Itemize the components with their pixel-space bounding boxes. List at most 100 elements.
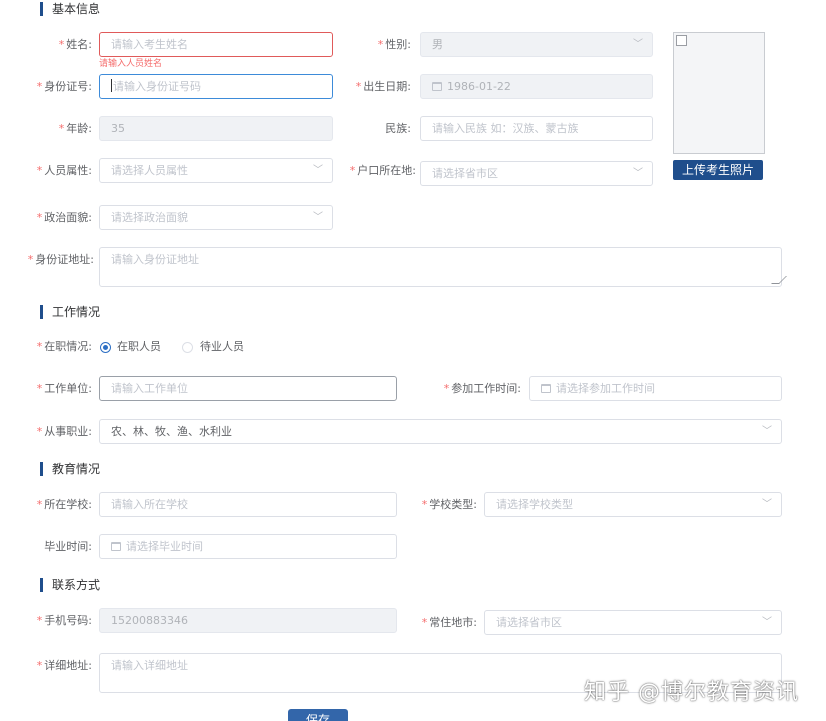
id-number-placeholder: 请输入身份证号码 <box>113 80 201 93</box>
employer-label: * 工作单位: <box>0 382 92 396</box>
school-label-text: 所在学校: <box>44 498 92 511</box>
id-number-input[interactable]: 请输入身份证号码 <box>99 74 333 99</box>
person-type-label-text: 人员属性: <box>44 164 92 177</box>
upload-photo-button[interactable]: 上传考生照片 <box>673 160 763 180</box>
address-placeholder: 请输入详细地址 <box>111 659 188 672</box>
required-mark: * <box>36 614 43 627</box>
work-start-date-picker[interactable]: 请选择参加工作时间 <box>529 376 782 401</box>
required-mark: * <box>36 659 43 672</box>
phone-label: * 手机号码: <box>0 614 92 628</box>
id-address-label-text: 身份证地址: <box>35 253 94 266</box>
birth-date-label: * 出生日期: <box>330 80 411 94</box>
birth-date-picker[interactable]: 1986-01-22 <box>420 74 653 99</box>
watermark-text: 知乎 @博尔教育资讯 <box>584 680 799 705</box>
ethnicity-input[interactable]: 请输入民族 如：汉族、蒙古族 <box>420 116 653 141</box>
chevron-down-icon: ﹀ <box>762 426 772 437</box>
employer-placeholder: 请输入工作单位 <box>111 382 188 395</box>
address-label-text: 详细地址: <box>44 659 92 672</box>
resize-handle-icon[interactable] <box>771 276 787 284</box>
required-mark: * <box>36 340 43 353</box>
residence-region-select[interactable]: 请选择省市区 ﹀ <box>484 610 782 635</box>
graduation-label: 毕业时间: <box>0 540 92 554</box>
residence-placeholder: 请选择省市区 <box>496 616 562 629</box>
gender-label: * 性别: <box>330 38 411 52</box>
required-mark: * <box>355 80 362 93</box>
birth-date-value: 1986-01-22 <box>447 80 511 93</box>
person-type-placeholder: 请选择人员属性 <box>111 164 188 177</box>
required-mark: * <box>421 498 428 511</box>
graduation-date-picker[interactable]: 请选择毕业时间 <box>99 534 397 559</box>
gender-value: 男 <box>432 38 443 51</box>
radio-employed[interactable] <box>100 342 111 353</box>
address-label: * 详细地址: <box>0 659 92 673</box>
name-label: * 姓名: <box>0 38 92 52</box>
work-start-label-text: 参加工作时间: <box>451 382 521 395</box>
required-mark: * <box>36 425 43 438</box>
school-input[interactable]: 请输入所在学校 <box>99 492 397 517</box>
broken-image-icon <box>676 35 687 46</box>
residence-label: * 常住地市: <box>400 616 477 630</box>
household-region-select[interactable]: 请选择省市区 ﹀ <box>420 161 653 186</box>
household-placeholder: 请选择省市区 <box>432 167 498 180</box>
school-type-placeholder: 请选择学校类型 <box>496 498 573 511</box>
chevron-down-icon: ﹀ <box>762 499 772 510</box>
required-mark: * <box>36 498 43 511</box>
save-button[interactable]: 保存 <box>288 709 348 721</box>
required-mark: * <box>36 80 43 93</box>
phone-input[interactable]: 15200883346 <box>99 608 397 633</box>
radio-unemployed-label[interactable]: 待业人员 <box>200 340 244 353</box>
graduation-placeholder: 请选择毕业时间 <box>126 540 203 553</box>
id-address-textarea[interactable]: 请输入身份证地址 <box>99 247 787 287</box>
required-mark: * <box>421 616 428 629</box>
id-address-label: * 身份证地址: <box>0 253 94 267</box>
required-mark: * <box>36 211 43 224</box>
required-mark: * <box>36 164 43 177</box>
gender-select[interactable]: 男 ﹀ <box>420 32 653 57</box>
work-start-placeholder: 请选择参加工作时间 <box>556 382 655 395</box>
chevron-down-icon: ﹀ <box>633 39 643 50</box>
employer-label-text: 工作单位: <box>44 382 92 395</box>
calendar-icon <box>541 384 551 393</box>
residence-label-text: 常住地市: <box>429 616 477 629</box>
gender-label-text: 性别: <box>385 38 411 51</box>
household-label: * 户口所在地: <box>330 164 416 178</box>
age-input[interactable]: 35 <box>99 116 333 141</box>
school-type-select[interactable]: 请选择学校类型 ﹀ <box>484 492 782 517</box>
required-mark: * <box>377 38 384 51</box>
person-type-select[interactable]: 请选择人员属性 ﹀ <box>99 158 333 183</box>
id-address-placeholder: 请输入身份证地址 <box>111 253 199 266</box>
school-type-label: * 学校类型: <box>400 498 477 512</box>
school-placeholder: 请输入所在学校 <box>111 498 188 511</box>
work-start-label: * 参加工作时间: <box>430 382 521 396</box>
political-label: * 政治面貌: <box>0 211 92 225</box>
household-label-text: 户口所在地: <box>357 164 416 177</box>
calendar-icon <box>432 82 442 91</box>
name-label-text: 姓名: <box>66 38 92 51</box>
id-number-label-text: 身份证号: <box>44 80 92 93</box>
name-input[interactable]: 请输入考生姓名 <box>99 32 333 57</box>
political-label-text: 政治面貌: <box>44 211 92 224</box>
employer-input[interactable]: 请输入工作单位 <box>99 376 397 401</box>
name-placeholder: 请输入考生姓名 <box>111 38 188 51</box>
political-placeholder: 请选择政治面貌 <box>111 211 188 224</box>
required-mark: * <box>443 382 450 395</box>
ethnicity-label: 民族: <box>330 122 411 136</box>
section-title-contact: 联系方式 <box>40 578 100 592</box>
age-label: * 年龄: <box>0 122 92 136</box>
age-label-text: 年龄: <box>66 122 92 135</box>
occupation-select[interactable]: 农、林、牧、渔、水利业 ﹀ <box>99 419 782 444</box>
person-type-label: * 人员属性: <box>0 164 92 178</box>
required-mark: * <box>27 253 34 266</box>
chevron-down-icon: ﹀ <box>313 165 323 176</box>
calendar-icon <box>111 542 121 551</box>
id-number-label: * 身份证号: <box>0 80 92 94</box>
occupation-label-text: 从事职业: <box>44 425 92 438</box>
chevron-down-icon: ﹀ <box>313 212 323 223</box>
political-status-select[interactable]: 请选择政治面貌 ﹀ <box>99 205 333 230</box>
radio-unemployed[interactable] <box>182 342 193 353</box>
graduation-label-text: 毕业时间: <box>44 540 92 553</box>
occupation-label: * 从事职业: <box>0 425 92 439</box>
radio-employed-label[interactable]: 在职人员 <box>117 340 161 353</box>
required-mark: * <box>36 382 43 395</box>
occupation-value: 农、林、牧、渔、水利业 <box>111 425 232 438</box>
